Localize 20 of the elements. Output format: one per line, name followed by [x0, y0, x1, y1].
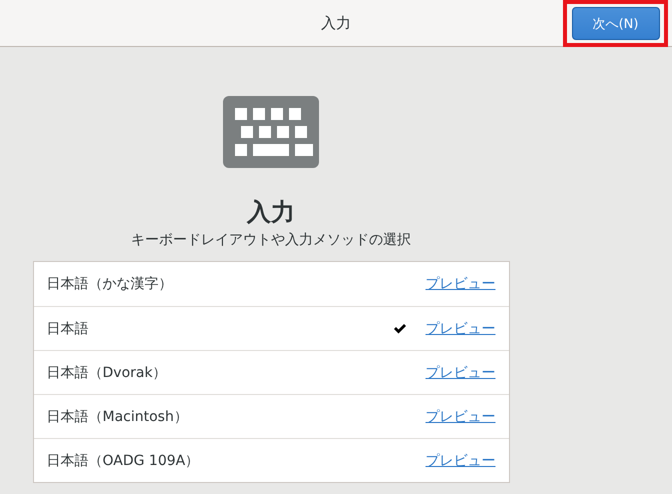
page-subtitle: キーボードレイアウトや入力メソッドの選択 [131, 231, 411, 249]
layout-name: 日本語（Macintosh） [46, 408, 189, 426]
layout-row[interactable]: 日本語（Macintosh） プレビュー [34, 394, 508, 438]
layout-name: 日本語（Dvorak） [46, 364, 168, 382]
page-heading: 入力 [247, 197, 295, 227]
preview-link[interactable]: プレビュー [426, 320, 496, 338]
preview-link[interactable]: プレビュー [426, 364, 496, 382]
preview-link[interactable]: プレビュー [426, 275, 496, 293]
preview-link[interactable]: プレビュー [426, 408, 496, 426]
layout-name: 日本語（OADG 109A） [46, 452, 200, 470]
keyboard-icon [223, 96, 319, 168]
window-title: 入力 [321, 14, 351, 32]
layout-row[interactable]: 日本語 プレビュー [34, 306, 508, 350]
next-button[interactable]: 次へ(N) [572, 7, 660, 40]
layout-row[interactable]: 日本語（Dvorak） プレビュー [34, 350, 508, 394]
layout-name: 日本語（かな漢字） [46, 275, 174, 293]
layout-row[interactable]: 日本語（かな漢字） プレビュー [34, 262, 508, 306]
layout-row[interactable]: 日本語（OADG 109A） プレビュー [34, 438, 508, 482]
preview-link[interactable]: プレビュー [426, 452, 496, 470]
layout-name: 日本語 [46, 320, 90, 338]
